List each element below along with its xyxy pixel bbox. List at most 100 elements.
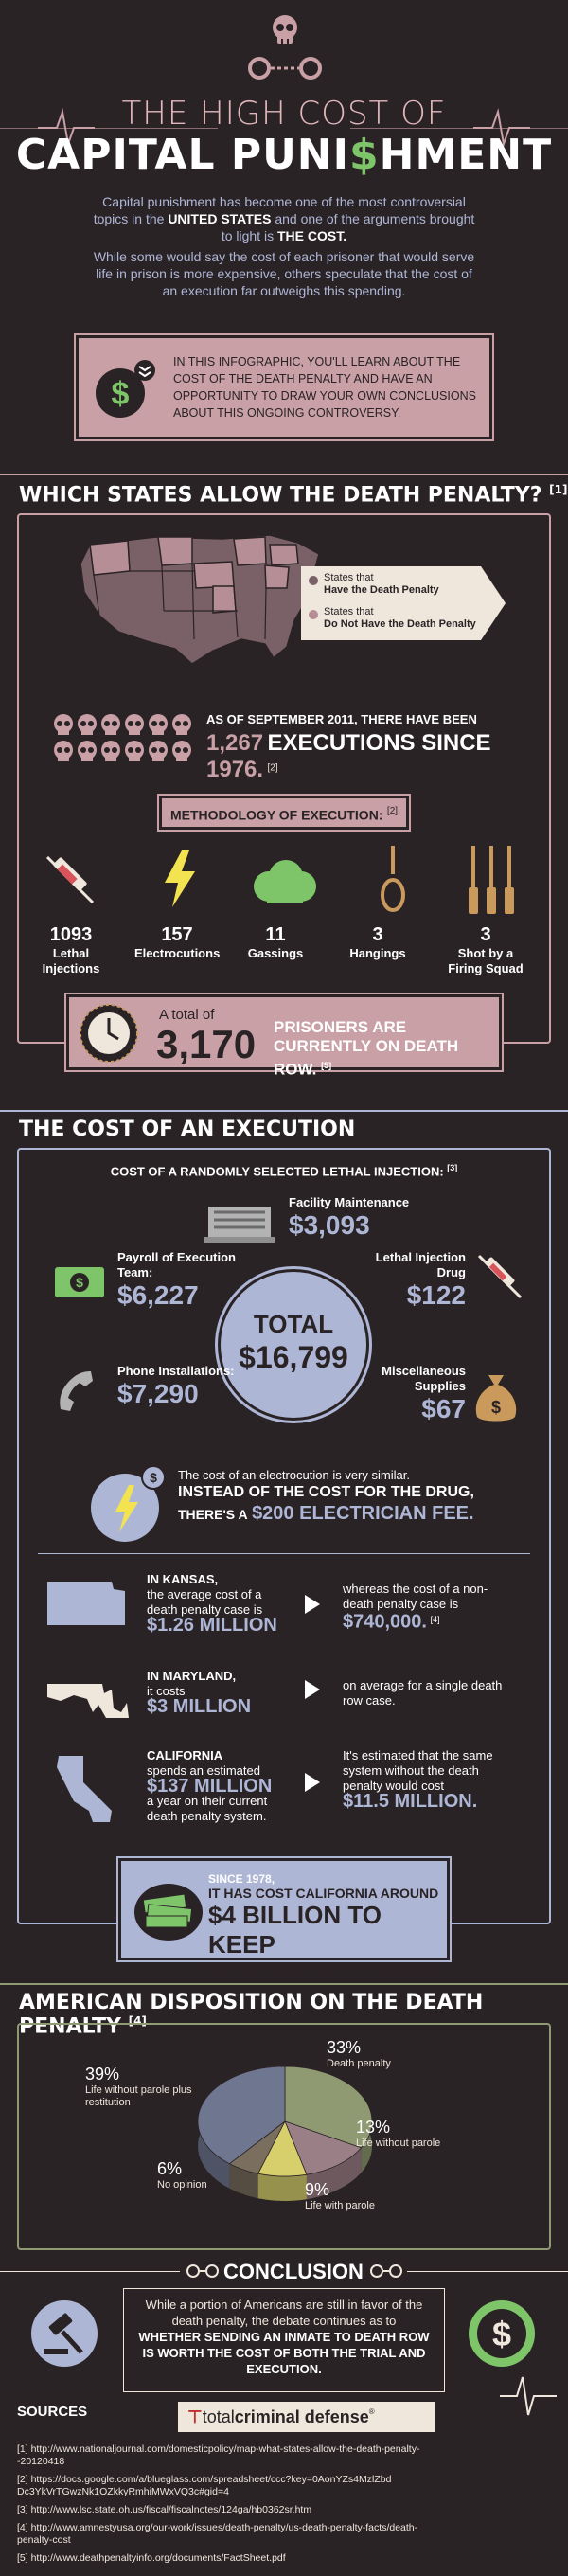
drug-value: $122: [406, 1280, 466, 1310]
pie-label-33-text: Death penalty: [327, 2058, 391, 2069]
svg-text:$: $: [150, 1470, 157, 1485]
page-title: CAPITAL PUNI$HMENT: [0, 131, 568, 179]
method-num: 1093: [49, 924, 93, 945]
pie-label-39-text: Life without parole plus restitution: [85, 2084, 192, 2108]
kansas-left: IN KANSAS, the average cost of a death p…: [147, 1572, 279, 1636]
drug-syringe-icon: [471, 1248, 528, 1305]
conclusion-text-b: WHETHER SENDING AN INMATE TO DEATH ROW I…: [138, 2330, 430, 2376]
cal-a: CALIFORNIA: [147, 1748, 223, 1762]
method-label: Gassings: [247, 946, 304, 960]
california-right: It's estimated that the same system with…: [343, 1748, 504, 1811]
executions-a: AS OF SEPTEMBER 2011, THERE HAVE BEEN: [206, 712, 477, 726]
death-row-b-wrap: PRISONERS ARE CURRENTLY ON DEATH ROW. [5…: [274, 1018, 463, 1080]
pie-pct-39: 39%: [85, 2065, 120, 2084]
skull-icon: [268, 13, 302, 47]
method-label: Hangings: [349, 946, 406, 960]
legend-have-a: States that: [324, 572, 374, 583]
source-item[interactable]: [5] http://www.deathpenaltyinfo.org/docu…: [17, 2552, 453, 2565]
page-title-top: THE HIGH COST OF: [121, 95, 447, 133]
pie-label-9: 9% Life with parole: [305, 2180, 399, 2211]
pie-label-9-text: Life with parole: [305, 2200, 375, 2211]
method-item: 1093 Lethal Injections: [28, 924, 114, 976]
skull-icon: [54, 714, 73, 735]
kansas-val2: $740,000.: [343, 1611, 427, 1633]
dollar-circle-icon: $: [468, 2299, 536, 2368]
divider: [0, 474, 568, 475]
method-title-box: METHODOLOGY OF EXECUTION: [2]: [157, 794, 411, 832]
skull-icon: [149, 741, 168, 761]
pie-pct-6: 6%: [157, 2159, 183, 2178]
pie-pct-33: 33%: [327, 2038, 362, 2057]
svg-text:$: $: [492, 2315, 511, 2353]
source-item[interactable]: [4] http://www.amnestyusa.org/our-work/i…: [17, 2522, 453, 2547]
legend-have: States that Have the Death Penalty: [324, 572, 439, 597]
method-num: 11: [265, 924, 286, 945]
cash-icon: $: [53, 1265, 106, 1299]
cost-subtitle: COST OF A RANDOMLY SELECTED LETHAL INJEC…: [38, 1163, 530, 1178]
us-map: [71, 526, 327, 668]
source-item[interactable]: [3] http://www.lsc.state.oh.us/fiscal/fi…: [17, 2504, 453, 2516]
since-box: SINCE 1978, IT HAS COST CALIFORNIA AROUN…: [116, 1856, 452, 1975]
handcuffs-icon: [244, 55, 326, 81]
brand-logo: ⊤totalcriminal defense®: [178, 2402, 435, 2432]
maryland-a: IN MARYLAND,: [147, 1669, 237, 1683]
facility-label: Facility Maintenance: [289, 1195, 410, 1209]
pie-label-13-text: Life without parole: [356, 2138, 441, 2149]
skull-icon: [125, 714, 144, 735]
skull-icon: [125, 741, 144, 761]
rifles-icon: [466, 846, 519, 916]
since-a: SINCE 1978,: [208, 1872, 275, 1886]
maryland-map-icon: [45, 1680, 131, 1722]
method-item: 3 Shot by a Firing Squad: [443, 924, 528, 976]
since-b: IT HAS COST CALIFORNIA AROUND: [208, 1886, 439, 1901]
states-ref: [1]: [549, 483, 568, 496]
method-num: 157: [161, 924, 193, 945]
cost-subtitle-ref: [3]: [447, 1163, 458, 1172]
drug-label: Lethal Injection Drug: [375, 1250, 466, 1279]
skull-icon: [172, 714, 191, 735]
kansas-c: whereas the cost of a non-death penalty …: [343, 1582, 488, 1611]
legend-dot-have: [309, 576, 318, 585]
svg-text:$: $: [491, 1398, 501, 1417]
misc-value: $67: [421, 1394, 466, 1423]
electro-d: $200 ELECTRICIAN FEE.: [252, 1503, 474, 1524]
cal-d: It's estimated that the same system with…: [343, 1748, 493, 1793]
method-item: 157 Electrocutions: [134, 924, 220, 961]
source-item[interactable]: [1] http://www.nationaljournal.com/domes…: [17, 2443, 453, 2468]
conclusion-title: CONCLUSION: [223, 2260, 364, 2283]
skull-icon: [54, 741, 73, 761]
death-row-box: A total of 3,170 PRISONERS ARE CURRENTLY…: [64, 993, 504, 1079]
intro-p1-d: THE COST.: [277, 228, 347, 243]
divider: [38, 1553, 530, 1554]
payroll-value: $6,227: [117, 1280, 199, 1310]
kansas-ref: [4]: [430, 1615, 440, 1624]
total-circle: TOTAL $16,799: [215, 1266, 372, 1423]
phone-label: Phone Installations:: [117, 1364, 235, 1378]
title-main-a: CAPITAL PUNI: [15, 131, 349, 179]
kansas-map-icon: [45, 1580, 127, 1627]
skull-icon: [172, 741, 191, 761]
executions-ref: [2]: [267, 762, 278, 774]
since-c: $4 BILLION TO KEEP: [208, 1901, 382, 1959]
title-main-b: HMENT: [379, 131, 553, 179]
conclusion-line-left: [0, 2271, 180, 2272]
arrow-icon: [305, 1773, 320, 1792]
divider: [0, 1110, 568, 1112]
conclusion-line-right: [407, 2271, 568, 2272]
since-text: SINCE 1978, IT HAS COST CALIFORNIA AROUN…: [208, 1872, 445, 1975]
handcuffs-icon: [186, 2262, 220, 2281]
skull-icon: [149, 714, 168, 735]
death-row-ref: [5]: [321, 1061, 332, 1070]
sources-list: [1] http://www.nationaljournal.com/domes…: [17, 2443, 453, 2565]
method-item: 11 Gassings: [233, 924, 318, 961]
title-main-dollar: $: [349, 131, 380, 179]
kansas-right: whereas the cost of a non-death penalty …: [343, 1582, 504, 1631]
method-label: Shot by a Firing Squad: [448, 946, 524, 975]
money-badge-icon: $: [92, 357, 158, 423]
gavel-icon: [30, 2299, 98, 2368]
maryland-left: IN MARYLAND, it costs $3 MILLION: [147, 1669, 279, 1716]
source-item[interactable]: [2] https://docs.google.com/a/blueglass.…: [17, 2474, 453, 2498]
svg-text:$: $: [76, 1275, 83, 1290]
misc-label: Miscellaneous Supplies: [382, 1364, 466, 1393]
kansas-val: $1.26 MILLION: [147, 1615, 277, 1636]
